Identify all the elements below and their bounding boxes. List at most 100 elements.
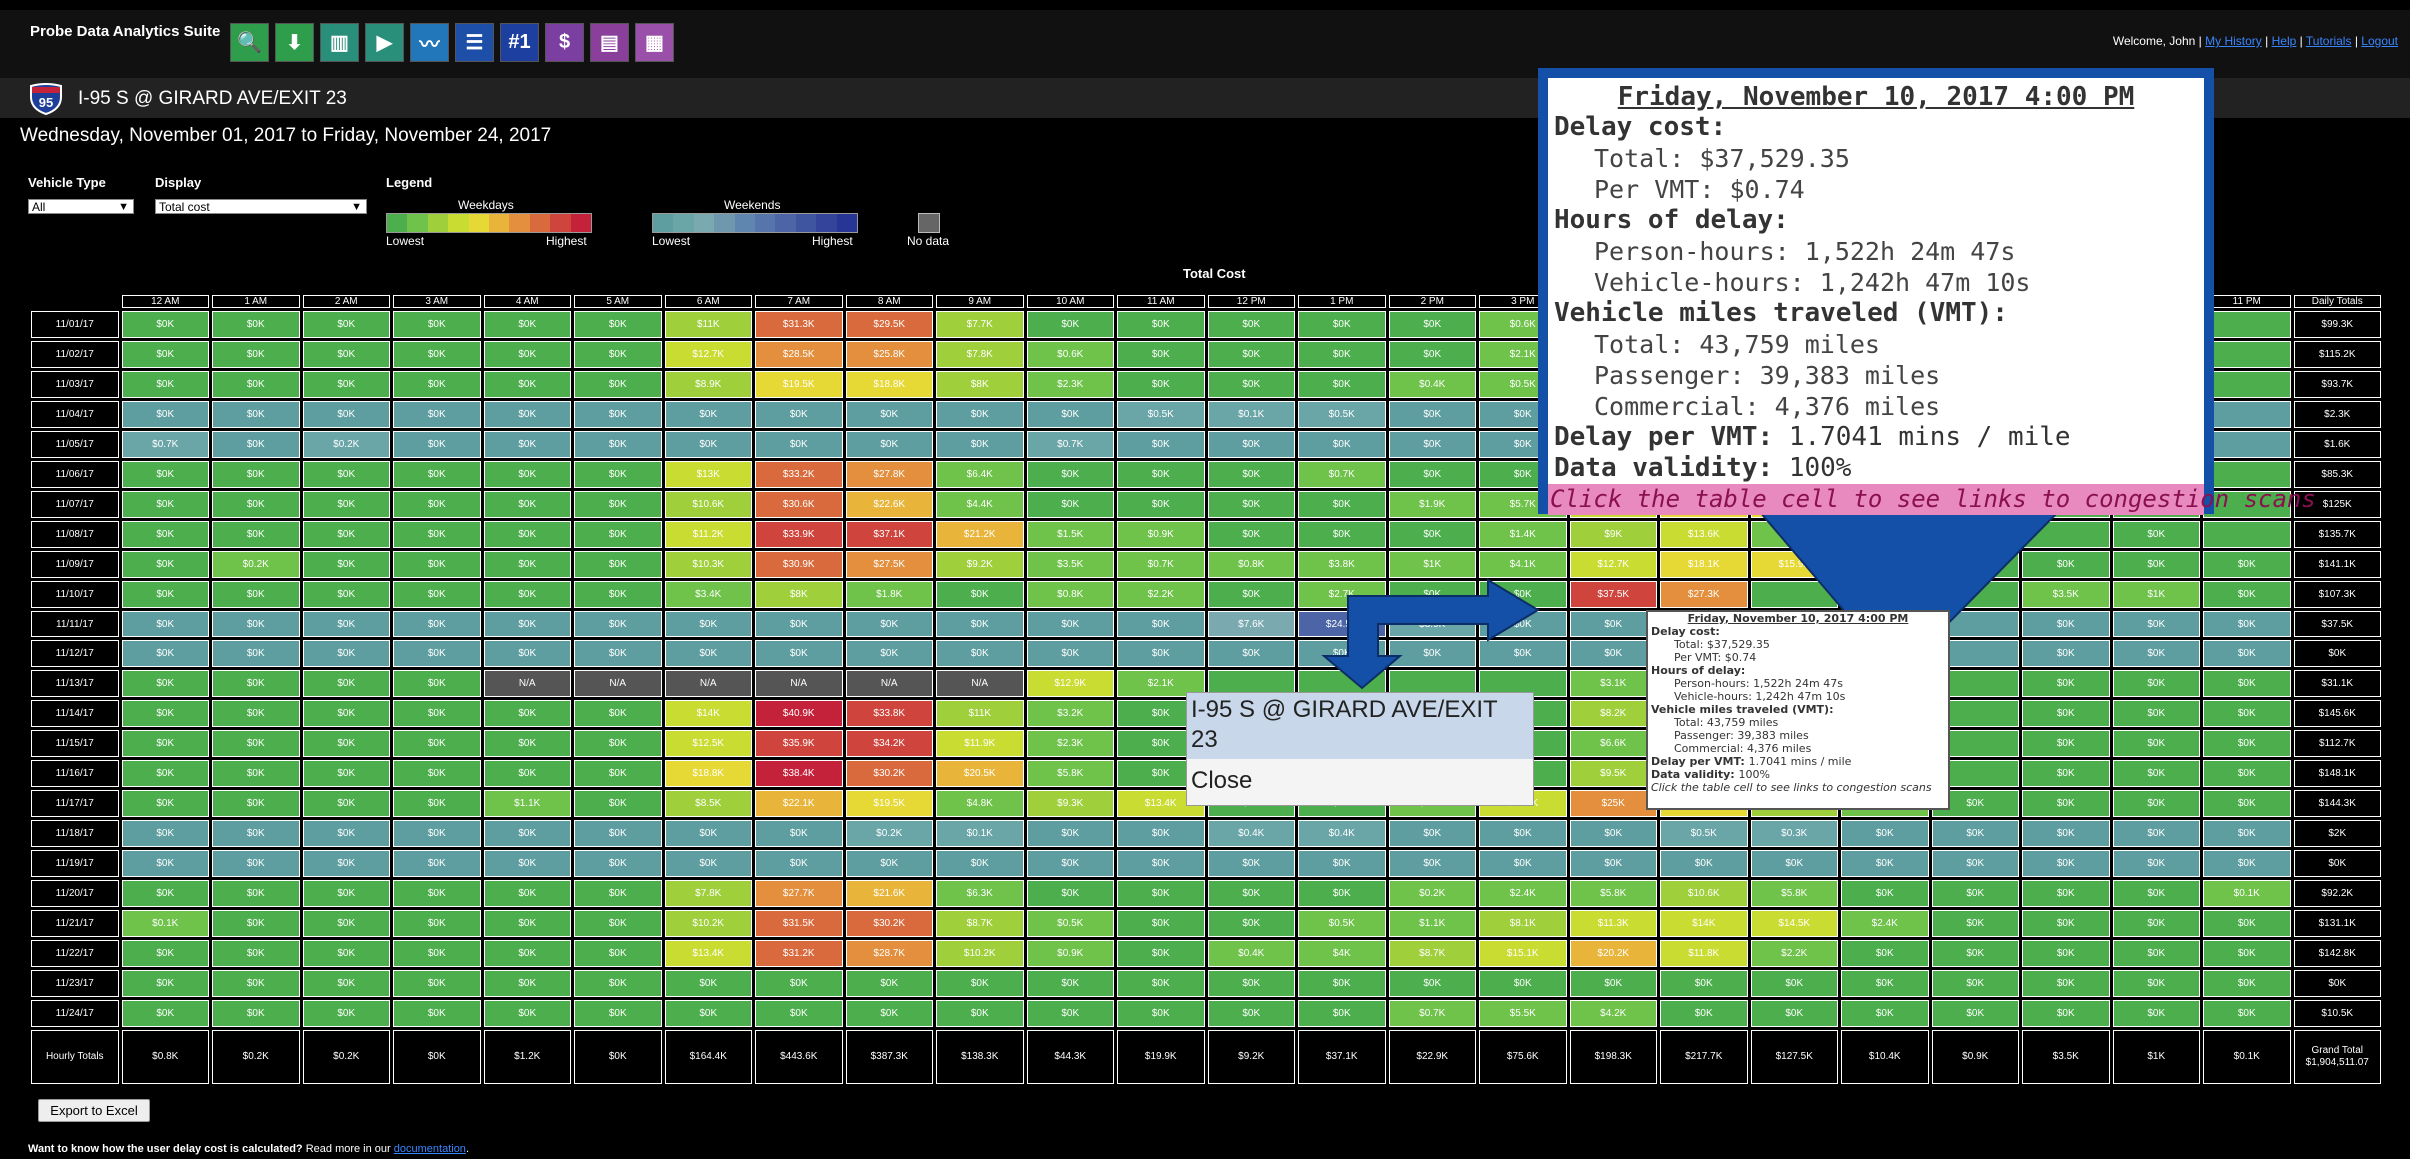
heatmap-cell[interactable]: $0K <box>1388 820 1476 848</box>
heatmap-cell[interactable]: $0K <box>121 670 209 698</box>
heatmap-cell[interactable]: $0K <box>393 340 481 368</box>
heatmap-cell[interactable]: $0K <box>2112 670 2200 698</box>
heatmap-cell[interactable]: $6.4K <box>936 460 1024 488</box>
heatmap-cell[interactable]: $0K <box>2112 880 2200 908</box>
heatmap-cell[interactable]: $0K <box>574 850 662 878</box>
heatmap-cell[interactable]: $0K <box>393 400 481 428</box>
heatmap-cell[interactable]: $0K <box>1117 430 1205 458</box>
heatmap-cell[interactable]: $0K <box>302 910 390 938</box>
heatmap-cell[interactable]: $0K <box>936 850 1024 878</box>
heatmap-cell[interactable]: $0K <box>2022 790 2110 818</box>
heatmap-cell[interactable]: $0K <box>845 999 933 1027</box>
heatmap-cell[interactable]: $30.2K <box>845 760 933 788</box>
heatmap-cell[interactable]: $0K <box>664 820 752 848</box>
heatmap-cell[interactable]: $0K <box>483 969 571 997</box>
heatmap-cell[interactable]: $13K <box>664 460 752 488</box>
heatmap-cell[interactable]: $34.2K <box>845 730 933 758</box>
heatmap-cell[interactable]: $0K <box>1298 490 1386 518</box>
heatmap-cell[interactable]: $29.5K <box>845 311 933 338</box>
heatmap-cell[interactable]: $21.6K <box>845 880 933 908</box>
heatmap-cell[interactable]: $11.9K <box>936 730 1024 758</box>
heatmap-cell[interactable]: $0.3K <box>1750 820 1838 848</box>
heatmap-cell[interactable]: $0K <box>121 610 209 638</box>
heatmap-cell[interactable]: $0K <box>1388 850 1476 878</box>
heatmap-cell[interactable]: $0K <box>393 370 481 398</box>
heatmap-cell[interactable]: $0.4K <box>1298 820 1386 848</box>
heatmap-cell[interactable]: $0K <box>664 640 752 668</box>
heatmap-cell[interactable]: $0K <box>1298 640 1386 668</box>
heatmap-cell[interactable]: $0K <box>483 700 571 728</box>
heatmap-cell[interactable]: $0K <box>1298 340 1386 368</box>
heatmap-cell[interactable]: $0.7K <box>1298 460 1386 488</box>
heatmap-cell[interactable]: $0K <box>1931 940 2019 967</box>
heatmap-cell[interactable]: $0K <box>1841 940 1929 967</box>
heatmap-cell[interactable]: $0.9K <box>1026 940 1114 967</box>
heatmap-cell[interactable]: $0K <box>1660 969 1748 997</box>
heatmap-cell[interactable]: $0K <box>1026 311 1114 338</box>
heatmap-cell[interactable]: $0K <box>574 520 662 548</box>
heatmap-cell[interactable]: $14K <box>1660 910 1748 938</box>
heatmap-cell[interactable]: $0.4K <box>1207 940 1295 967</box>
heatmap-cell[interactable]: $25.8K <box>845 340 933 368</box>
heatmap-cell[interactable]: $0K <box>393 880 481 908</box>
heatmap-cell[interactable]: $0K <box>121 400 209 428</box>
heatmap-cell[interactable] <box>1750 580 1838 608</box>
rank-icon[interactable]: #1 <box>500 23 539 62</box>
heatmap-cell[interactable]: $3.8K <box>1298 550 1386 578</box>
heatmap-cell[interactable]: $27.8K <box>845 460 933 488</box>
heatmap-cell[interactable]: $0K <box>393 430 481 458</box>
heatmap-cell[interactable]: $0K <box>1207 370 1295 398</box>
heatmap-cell[interactable]: $12.5K <box>664 730 752 758</box>
heatmap-cell[interactable]: $0K <box>664 400 752 428</box>
heatmap-cell[interactable]: $8.5K <box>664 790 752 818</box>
heatmap-cell[interactable]: $0K <box>212 520 300 548</box>
heatmap-cell[interactable]: $0K <box>1931 880 2019 908</box>
heatmap-cell[interactable]: $6.3K <box>936 880 1024 908</box>
heatmap-cell[interactable]: $0K <box>664 969 752 997</box>
heatmap-cell[interactable]: $0K <box>755 969 843 997</box>
heatmap-cell[interactable]: $0K <box>2112 790 2200 818</box>
heatmap-cell[interactable]: $0K <box>302 550 390 578</box>
heatmap-cell[interactable]: $0K <box>574 910 662 938</box>
heatmap-cell[interactable]: $0K <box>212 910 300 938</box>
heatmap-cell[interactable]: $0K <box>2022 640 2110 668</box>
heatmap-cell[interactable]: $0K <box>121 460 209 488</box>
heatmap-cell[interactable]: $0K <box>212 670 300 698</box>
heatmap-cell[interactable]: $0.7K <box>1117 550 1205 578</box>
heatmap-cell[interactable]: $0K <box>1841 850 1929 878</box>
heatmap-cell[interactable]: $40.9K <box>755 700 843 728</box>
heatmap-cell[interactable]: $0K <box>1117 820 1205 848</box>
heatmap-cell[interactable]: $0K <box>2112 730 2200 758</box>
heatmap-cell[interactable]: $1.8K <box>1841 550 1929 578</box>
heatmap-cell[interactable]: $0K <box>1026 610 1114 638</box>
heatmap-cell[interactable]: $0K <box>936 969 1024 997</box>
search-icon[interactable]: 🔍 <box>230 23 269 62</box>
heatmap-cell[interactable]: $0K <box>1117 940 1205 967</box>
heatmap-cell[interactable]: $0K <box>212 700 300 728</box>
heatmap-cell[interactable]: $0K <box>1750 999 1838 1027</box>
heatmap-cell[interactable]: $14K <box>664 700 752 728</box>
heatmap-cell[interactable]: $0K <box>1207 311 1295 338</box>
heatmap-cell[interactable]: $0K <box>393 670 481 698</box>
heatmap-cell[interactable]: $0K <box>1207 430 1295 458</box>
heatmap-cell[interactable]: $0K <box>1388 400 1476 428</box>
heatmap-cell[interactable]: $21.2K <box>936 520 1024 548</box>
heatmap-cell[interactable]: $0K <box>121 311 209 338</box>
heatmap-cell[interactable]: $0K <box>302 940 390 967</box>
heatmap-cell[interactable]: $12.7K <box>1569 550 1657 578</box>
heatmap-cell[interactable]: $0K <box>483 580 571 608</box>
heatmap-cell[interactable]: $0K <box>574 430 662 458</box>
heatmap-cell[interactable]: $0K <box>755 400 843 428</box>
heatmap-cell[interactable]: $0K <box>574 490 662 518</box>
heatmap-cell[interactable]: $0K <box>393 610 481 638</box>
heatmap-cell[interactable]: $0K <box>483 340 571 368</box>
heatmap-cell[interactable]: $0K <box>212 730 300 758</box>
context-menu-title[interactable]: I-95 S @ GIRARD AVE/EXIT 23 <box>1187 693 1533 759</box>
heatmap-cell[interactable]: $3.2K <box>1026 700 1114 728</box>
heatmap-cell[interactable]: $33.2K <box>755 460 843 488</box>
heatmap-cell[interactable]: $0.1K <box>2203 880 2291 908</box>
heatmap-cell[interactable]: $8.2K <box>1569 700 1657 728</box>
heatmap-cell[interactable]: $0.5K <box>1117 400 1205 428</box>
heatmap-cell[interactable]: $0K <box>2112 550 2200 578</box>
heatmap-cell[interactable]: $0K <box>1026 850 1114 878</box>
